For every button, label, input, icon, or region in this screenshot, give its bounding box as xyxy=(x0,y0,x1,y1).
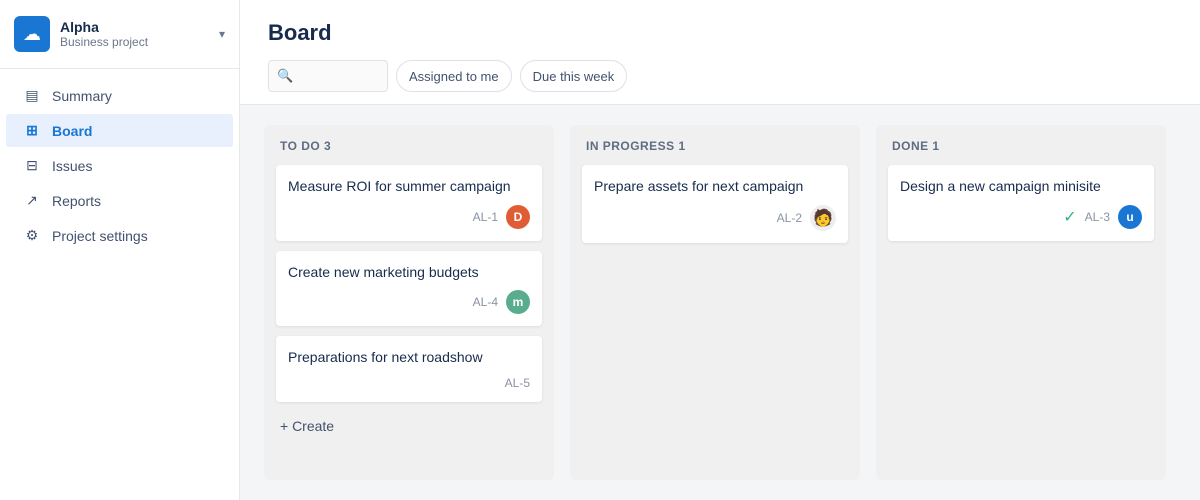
card-title: Preparations for next roadshow xyxy=(288,348,530,368)
board-icon: ⊞ xyxy=(22,122,42,139)
card-footer: AL-4 m xyxy=(288,290,530,314)
sidebar-item-label: Board xyxy=(52,123,92,139)
check-icon: ✓ xyxy=(1063,207,1076,227)
sidebar-nav: ▤ Summary ⊞ Board ⊟ Issues ↗ Reports ⚙ Project se… xyxy=(0,69,239,262)
project-info: Alpha Business project xyxy=(60,19,219,49)
avatar: m xyxy=(506,290,530,314)
card-title: Prepare assets for next campaign xyxy=(594,177,836,197)
sidebar-item-summary[interactable]: ▤ Summary xyxy=(6,79,233,112)
chevron-down-icon: ▾ xyxy=(219,27,225,41)
card[interactable]: Prepare assets for next campaign AL-2 🧑 xyxy=(582,165,848,243)
card-footer: ✓ AL-3 u xyxy=(900,205,1142,229)
project-header[interactable]: ☁ Alpha Business project ▾ xyxy=(0,0,239,69)
card-footer: AL-1 D xyxy=(288,205,530,229)
card[interactable]: Create new marketing budgets AL-4 m xyxy=(276,251,542,327)
card[interactable]: Measure ROI for summer campaign AL-1 D xyxy=(276,165,542,241)
column-done: DONE 1 Design a new campaign minisite ✓ AL-… xyxy=(876,125,1166,480)
main-content: Board 🔍 Assigned to me Due this week TO … xyxy=(240,0,1200,500)
issues-icon: ⊟ xyxy=(22,157,42,174)
column-todo: TO DO 3 Measure ROI for summer campaign AL… xyxy=(264,125,554,480)
avatar: 🧑 xyxy=(810,205,836,231)
search-box[interactable]: 🔍 xyxy=(268,60,388,92)
page-header: Board 🔍 Assigned to me Due this week xyxy=(240,0,1200,105)
filter-bar: 🔍 Assigned to me Due this week xyxy=(268,60,1172,92)
column-header-todo: TO DO 3 xyxy=(276,137,542,155)
sidebar-item-label: Summary xyxy=(52,88,112,104)
card-title: Measure ROI for summer campaign xyxy=(288,177,530,197)
card-id: AL-2 xyxy=(777,211,802,225)
card-id: AL-5 xyxy=(505,376,530,390)
summary-icon: ▤ xyxy=(22,87,42,104)
column-in-progress: IN PROGRESS 1 Prepare assets for next cam… xyxy=(570,125,860,480)
card-id: AL-3 xyxy=(1085,210,1110,224)
due-this-week-button[interactable]: Due this week xyxy=(520,60,628,92)
column-header-in-progress: IN PROGRESS 1 xyxy=(582,137,848,155)
project-name: Alpha xyxy=(60,19,219,35)
create-issue-button[interactable]: + Create xyxy=(276,412,542,440)
avatar: u xyxy=(1118,205,1142,229)
sidebar-item-issues[interactable]: ⊟ Issues xyxy=(6,149,233,182)
card-title: Create new marketing budgets xyxy=(288,263,530,283)
card-footer: AL-5 xyxy=(288,376,530,390)
reports-icon: ↗ xyxy=(22,192,42,209)
project-type: Business project xyxy=(60,35,219,49)
sidebar-item-label: Project settings xyxy=(52,228,148,244)
page-title: Board xyxy=(268,20,1172,46)
card-title: Design a new campaign minisite xyxy=(900,177,1142,197)
sidebar-item-board[interactable]: ⊞ Board xyxy=(6,114,233,147)
avatar: D xyxy=(506,205,530,229)
column-header-done: DONE 1 xyxy=(888,137,1154,155)
search-icon: 🔍 xyxy=(277,68,293,84)
board: TO DO 3 Measure ROI for summer campaign AL… xyxy=(240,105,1200,500)
sidebar-item-project-settings[interactable]: ⚙ Project settings xyxy=(6,219,233,252)
card-id: AL-1 xyxy=(473,210,498,224)
sidebar-item-reports[interactable]: ↗ Reports xyxy=(6,184,233,217)
sidebar-item-label: Issues xyxy=(52,158,92,174)
card[interactable]: Preparations for next roadshow AL-5 xyxy=(276,336,542,402)
card[interactable]: Design a new campaign minisite ✓ AL-3 u xyxy=(888,165,1154,241)
card-footer: AL-2 🧑 xyxy=(594,205,836,231)
sidebar-item-label: Reports xyxy=(52,193,101,209)
project-settings-icon: ⚙ xyxy=(22,227,42,244)
card-id: AL-4 xyxy=(473,295,498,309)
sidebar: ☁ Alpha Business project ▾ ▤ Summary ⊞ Boar… xyxy=(0,0,240,500)
project-logo: ☁ xyxy=(14,16,50,52)
assigned-to-me-button[interactable]: Assigned to me xyxy=(396,60,512,92)
